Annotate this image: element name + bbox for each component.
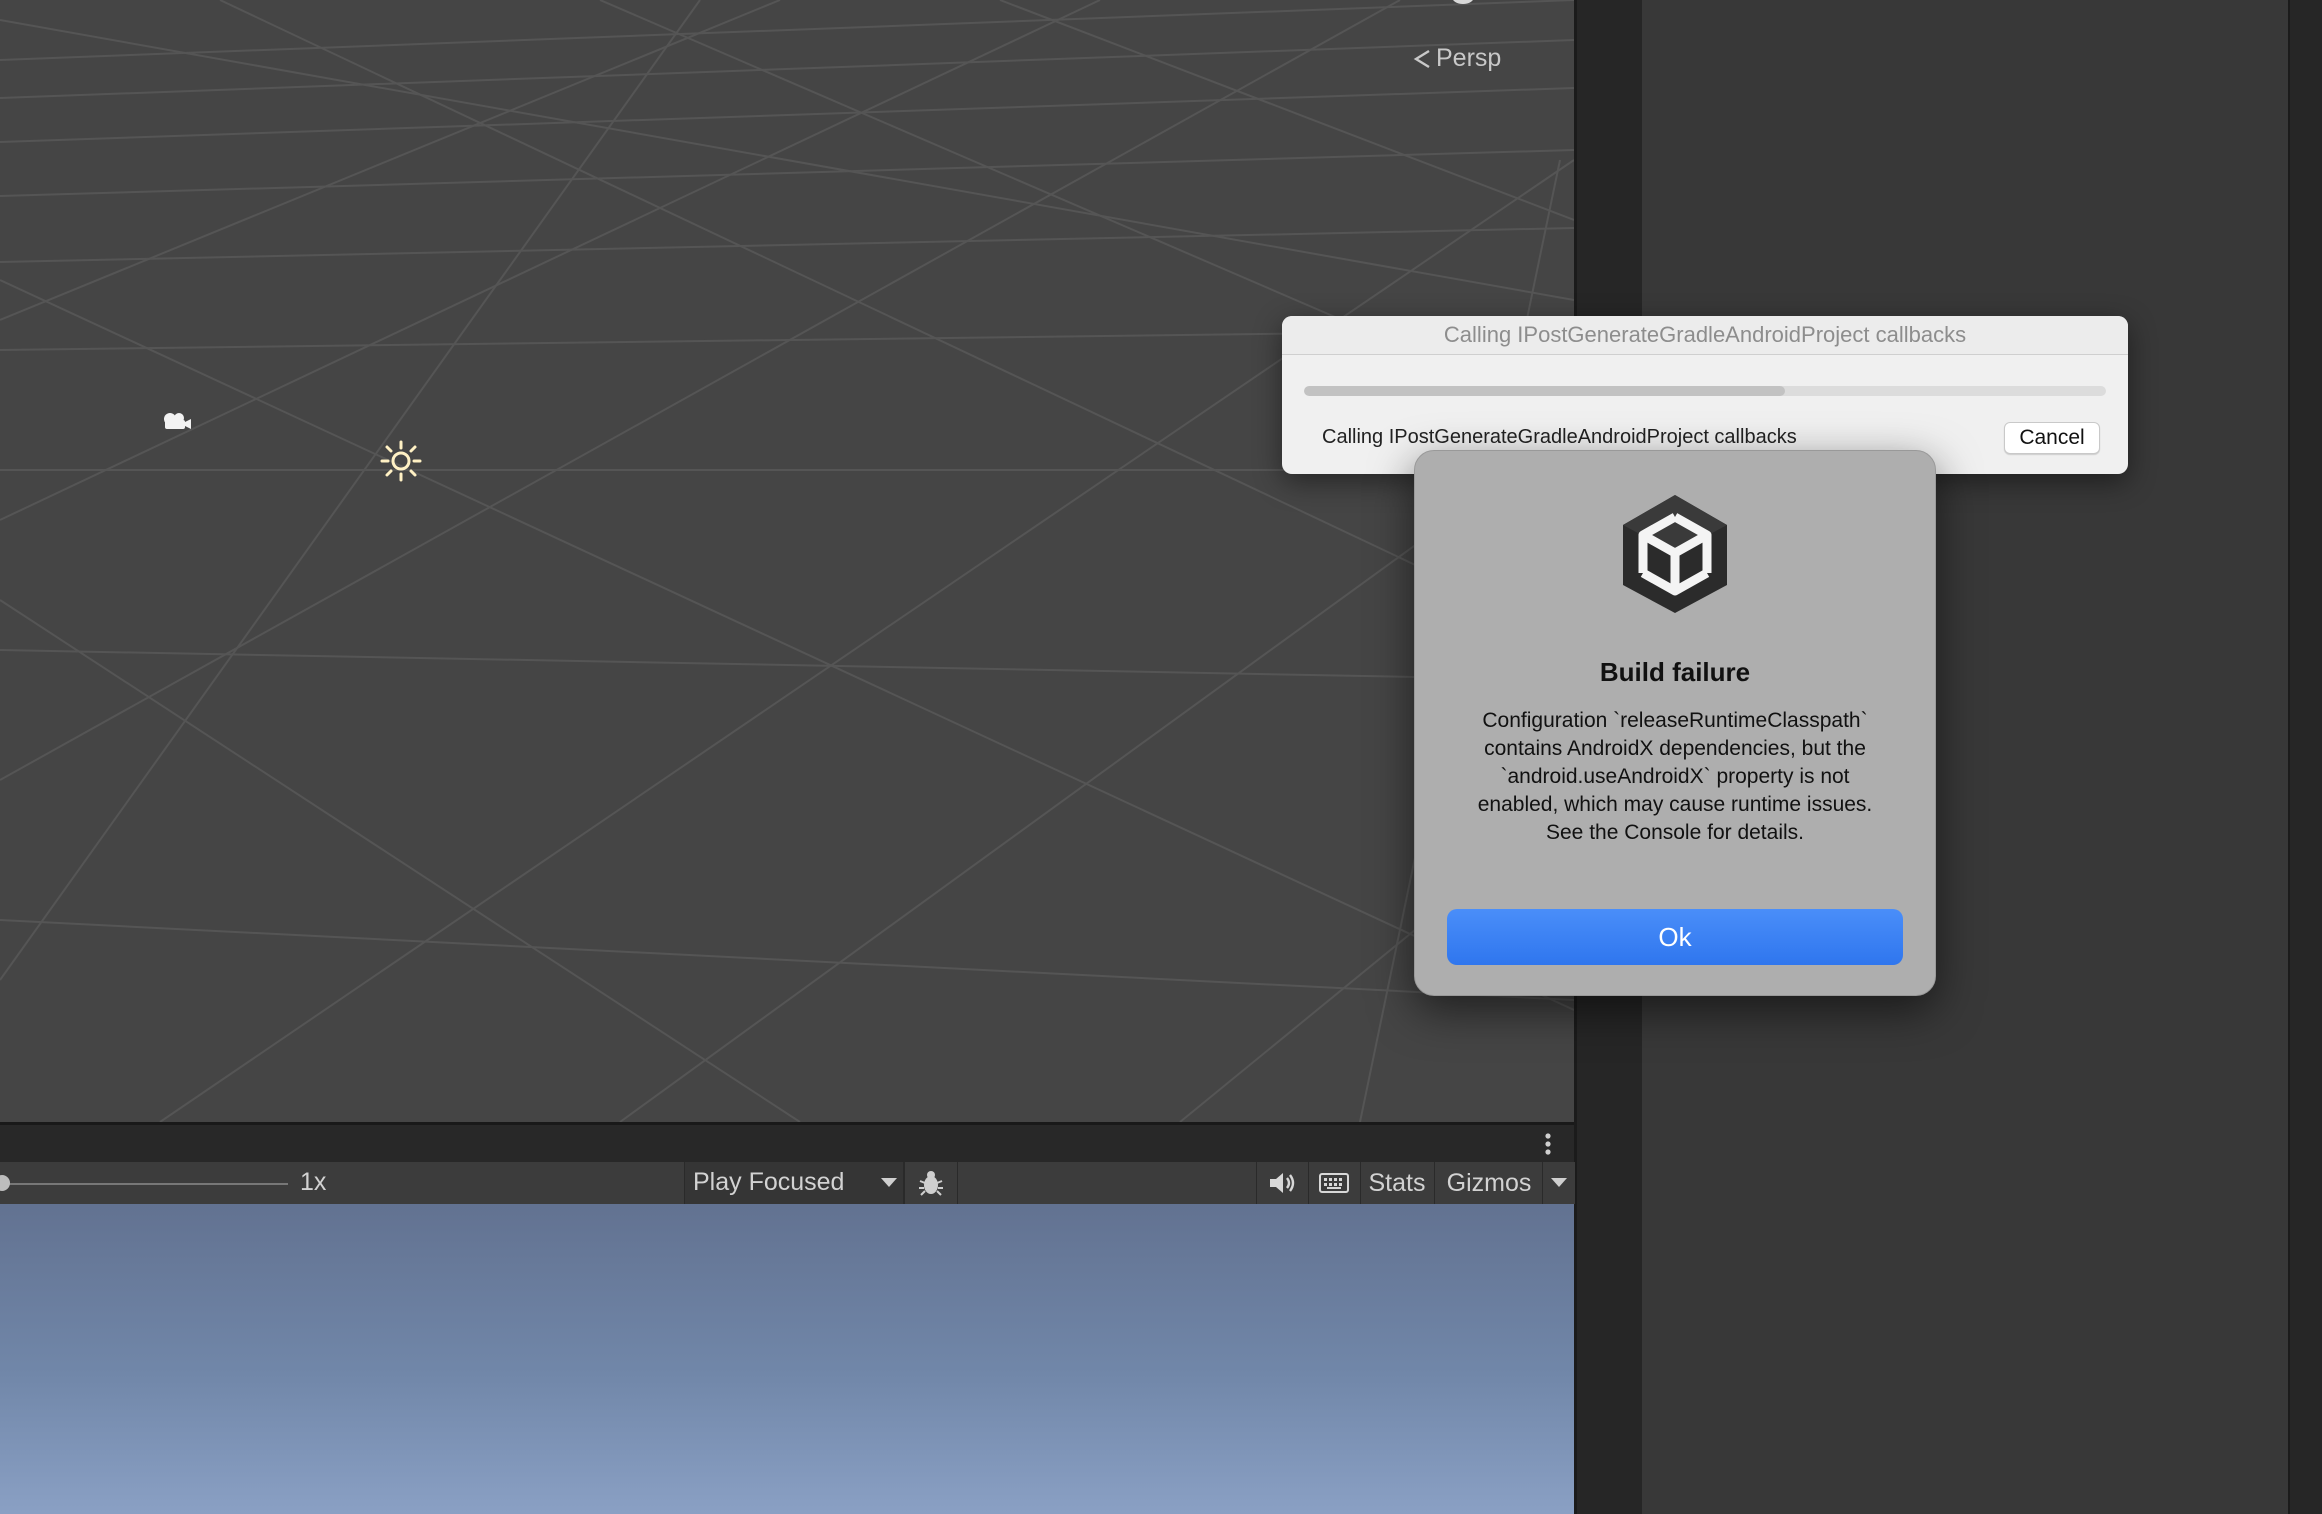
gizmos-button[interactable]: Gizmos	[1434, 1162, 1543, 1204]
debug-bug-icon	[919, 1171, 943, 1196]
alert-title: Build failure	[1599, 657, 1751, 687]
view-mode-label: Persp	[1436, 44, 1502, 72]
alert-message: Configuration `releaseRuntimeClasspath` …	[1477, 709, 1873, 844]
play-mode-label: Play Focused	[693, 1168, 845, 1196]
chevron-down-icon	[881, 1178, 897, 1187]
game-view-toolbar: 1x Play Focused Stats Gizmos	[0, 1162, 1575, 1206]
scale-slider[interactable]	[0, 1183, 288, 1185]
progress-bar	[1304, 386, 2106, 396]
game-view[interactable]	[0, 1204, 1574, 1514]
chevron-left-icon	[1413, 49, 1430, 68]
directional-light-icon[interactable]	[380, 440, 422, 487]
stats-button[interactable]: Stats	[1360, 1162, 1433, 1204]
ok-button[interactable]: Ok	[1447, 909, 1903, 965]
chevron-down-icon	[1551, 1178, 1567, 1187]
keyboard-icon	[1319, 1173, 1349, 1193]
progress-bar-fill	[1304, 386, 1786, 396]
scene-camera-icon[interactable]	[160, 410, 192, 439]
scale-label: 1x	[300, 1168, 327, 1196]
keyboard-shortcuts-button[interactable]	[1308, 1162, 1359, 1204]
game-view-header	[0, 1122, 1574, 1165]
mute-audio-button[interactable]	[1256, 1162, 1307, 1204]
progress-dialog-title: Calling IPostGenerateGradleAndroidProjec…	[1282, 316, 2128, 355]
cancel-button[interactable]: Cancel	[2004, 422, 2100, 454]
play-mode-dropdown[interactable]: Play Focused	[684, 1162, 904, 1204]
unity-logo-icon	[1615, 491, 1735, 622]
right-edge-panel	[2288, 0, 2322, 1514]
debug-bug-button[interactable]	[904, 1162, 958, 1204]
scene-grid	[0, 0, 1574, 1122]
build-failure-alert: Build failure Configuration `releaseRunt…	[1414, 450, 1936, 996]
scale-slider-handle[interactable]	[0, 1175, 10, 1191]
audio-mute-icon	[1270, 1173, 1295, 1193]
view-mode-toggle[interactable]: Persp	[1412, 44, 1501, 73]
more-options-icon[interactable]	[1544, 1133, 1552, 1160]
scene-view[interactable]: Persp	[0, 0, 1574, 1122]
gizmos-label: Gizmos	[1446, 1168, 1532, 1197]
progress-message: Calling IPostGenerateGradleAndroidProjec…	[1322, 426, 1797, 448]
gizmos-dropdown[interactable]	[1542, 1162, 1575, 1204]
stats-label: Stats	[1368, 1168, 1426, 1197]
